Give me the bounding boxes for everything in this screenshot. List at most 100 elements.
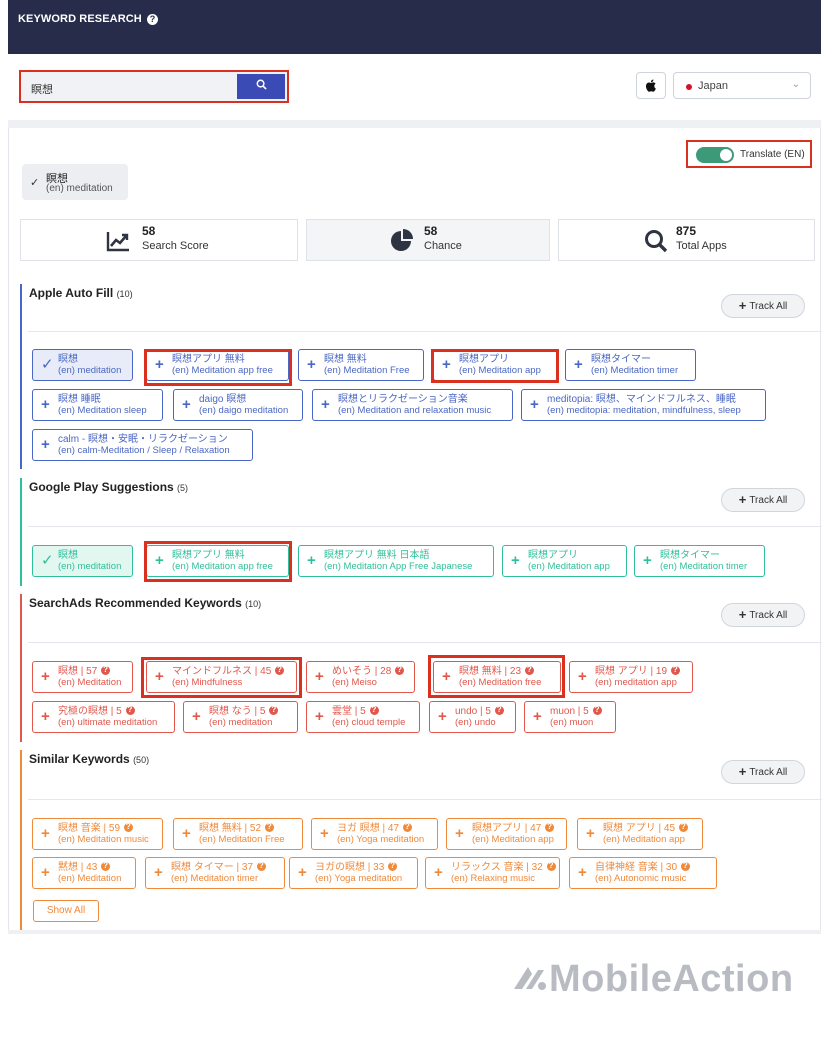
keyword-chip[interactable]: +瞑想 アプリ | 45 (en) Meditation app (577, 818, 703, 850)
help-icon[interactable] (264, 822, 274, 832)
keyword-chip[interactable]: + meditopia: 瞑想、マインドフルネス、睡眠 (en) meditopia… (521, 389, 766, 421)
keyword-chip[interactable]: ✓ 瞑想 (en) meditation (32, 349, 133, 381)
keyword-chip[interactable]: + 瞑想 無料 (en) Meditation Free (298, 349, 424, 381)
plus-icon: + (315, 708, 324, 725)
help-icon[interactable] (395, 665, 405, 675)
help-icon[interactable] (369, 705, 379, 715)
search-input[interactable]: 瞑想 (19, 70, 289, 103)
help-icon[interactable]: ? (147, 14, 158, 25)
keyword-chip[interactable]: + calm - 瞑想・安眠・リラクゼーション (en) calm-Meditati… (32, 429, 253, 461)
japan-flag-icon (686, 84, 692, 90)
help-icon[interactable] (123, 822, 133, 832)
plus-icon: + (511, 552, 520, 569)
country-select[interactable]: Japan ⌄ (673, 72, 811, 99)
chance-value: 58 (424, 224, 438, 238)
selected-keyword-en: (en) meditation (46, 183, 113, 194)
platform-ios-button[interactable] (636, 72, 666, 99)
translate-toggle-box: Translate (EN) (686, 140, 812, 168)
total-apps-label: Total Apps (676, 240, 727, 252)
help-icon[interactable] (592, 705, 602, 715)
keyword-chip[interactable]: + 瞑想 睡眠 (en) Meditation sleep (32, 389, 163, 421)
section-title-google-play: Google Play Suggestions (5) (29, 480, 189, 494)
help-icon[interactable] (494, 705, 504, 715)
keyword-chip[interactable]: + daigo 瞑想 (en) daigo meditation (173, 389, 303, 421)
keyword-chip[interactable]: ✓ 瞑想 (en) meditation (32, 545, 133, 577)
highlight-box (144, 541, 292, 582)
plus-icon: + (307, 552, 316, 569)
keyword-chip[interactable]: +瞑想 なう | 5 (en) meditation (183, 701, 298, 733)
keyword-chip[interactable]: +muon | 5 (en) muon (524, 701, 616, 733)
keyword-chip[interactable]: +undo | 5 (en) undo (429, 701, 516, 733)
plus-icon: + (192, 708, 201, 725)
translate-toggle[interactable] (696, 147, 734, 163)
keyword-chip[interactable]: +ヨガ 瞑想 | 47 (en) Yoga meditation (311, 818, 438, 850)
keyword-chip[interactable]: +自律神経 音楽 | 30 (en) Autonomic music (569, 857, 717, 889)
keyword-chip[interactable]: +瞑想 タイマー | 37 (en) Meditation timer (145, 857, 285, 889)
plus-icon: + (574, 356, 583, 373)
divider (8, 930, 821, 934)
search-button[interactable] (237, 74, 285, 99)
keyword-chip[interactable]: + 瞑想タイマー (en) Meditation timer (634, 545, 765, 577)
help-icon[interactable] (402, 822, 412, 832)
top-bar: KEYWORD RESEARCH ? (8, 0, 821, 54)
keyword-chip[interactable]: +瞑想 | 57 (en) Meditation (32, 661, 133, 693)
plus-icon: + (182, 396, 191, 413)
page-title-text: KEYWORD RESEARCH (18, 13, 142, 25)
keyword-chip[interactable]: +瞑想 アプリ | 19 (en) meditation app (569, 661, 693, 693)
keyword-chip[interactable]: +黙想 | 43 (en) Meditation (32, 857, 136, 889)
search-icon (256, 79, 267, 90)
help-icon[interactable] (125, 705, 135, 715)
plus-icon: + (533, 708, 542, 725)
help-icon[interactable] (101, 861, 111, 871)
keyword-chip[interactable]: +めいそう | 28 (en) Meiso (306, 661, 415, 693)
check-icon: ✓ (30, 177, 40, 189)
plus-icon: + (41, 864, 50, 881)
search-score-value: 58 (142, 224, 156, 238)
plus-icon: + (738, 298, 747, 313)
help-icon[interactable] (388, 861, 398, 871)
keyword-chip[interactable]: +ヨガの瞑想 | 33 (en) Yoga meditation (289, 857, 418, 889)
help-icon[interactable] (545, 822, 555, 832)
main-panel: Translate (EN) ✓ 瞑想 (en) meditation 58 S… (8, 128, 822, 930)
track-all-button[interactable]: + Track All (721, 760, 805, 784)
trend-chart-icon (106, 232, 129, 252)
track-all-button[interactable]: + Track All (721, 294, 805, 318)
track-all-button[interactable]: + Track All (721, 603, 805, 627)
help-icon[interactable] (670, 665, 680, 675)
selected-keyword-chip[interactable]: ✓ 瞑想 (en) meditation (22, 164, 128, 200)
country-label: Japan (698, 80, 728, 92)
check-icon: ✓ (41, 552, 54, 569)
help-icon[interactable] (678, 822, 688, 832)
help-icon[interactable] (680, 861, 690, 871)
divider (28, 526, 822, 527)
keyword-chip[interactable]: +雲堂 | 5 (en) cloud temple (306, 701, 420, 733)
help-icon[interactable] (256, 861, 266, 871)
help-icon[interactable] (101, 665, 111, 675)
show-all-button[interactable]: Show All (33, 900, 99, 922)
keyword-chip[interactable]: + 瞑想タイマー (en) Meditation timer (565, 349, 696, 381)
help-icon[interactable] (546, 861, 556, 871)
keyword-chip[interactable]: +瞑想 無料 | 52 (en) Meditation Free (173, 818, 303, 850)
plus-icon: + (154, 864, 163, 881)
plus-icon: + (41, 668, 50, 685)
plus-icon: + (455, 825, 464, 842)
brand-name: MobileAction (549, 958, 794, 1000)
keyword-chip[interactable]: +究極の瞑想 | 5 (en) ultimate meditation (32, 701, 175, 733)
help-icon[interactable] (269, 705, 279, 715)
keyword-chip[interactable]: +瞑想 音楽 | 59 (en) Meditation music (32, 818, 163, 850)
keyword-chip[interactable]: + 瞑想アプリ 無料 日本語 (en) Meditation App Free Ja… (298, 545, 494, 577)
apple-icon (645, 79, 656, 92)
plus-icon: + (738, 607, 747, 622)
stat-total-apps: 875 Total Apps (558, 219, 815, 261)
divider (28, 799, 822, 800)
track-all-button[interactable]: + Track All (721, 488, 805, 512)
keyword-chip[interactable]: + 瞑想とリラクゼーション音楽 (en) Meditation and relaxa… (312, 389, 513, 421)
stat-chance: 58 Chance (306, 219, 550, 261)
search-input-value[interactable]: 瞑想 (31, 81, 53, 97)
keyword-chip[interactable]: + 瞑想アプリ (en) Meditation app (502, 545, 627, 577)
plus-icon: + (41, 396, 50, 413)
keyword-chip[interactable]: +リラックス 音楽 | 32 (en) Relaxing music (425, 857, 560, 889)
section-title-searchads: SearchAds Recommended Keywords (10) (29, 596, 262, 610)
keyword-chip[interactable]: +瞑想アプリ | 47 (en) Meditation app (446, 818, 567, 850)
plus-icon: + (434, 864, 443, 881)
